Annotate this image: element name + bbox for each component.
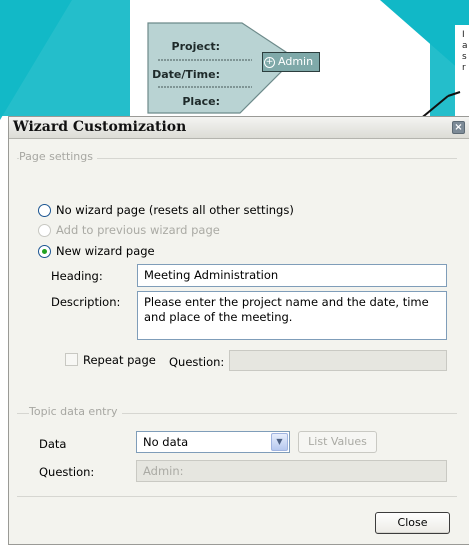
description-textarea[interactable]: Please enter the project name and the da… (137, 291, 447, 340)
radio-no-wizard-page-circle[interactable] (38, 203, 51, 217)
selected-topic-label: Admin (278, 55, 314, 68)
topic-question-input: Admin: (136, 460, 447, 482)
radio-add-to-previous: Add to previous wizard page (38, 223, 220, 237)
topic-entry-caption: Topic data entry (29, 405, 122, 418)
data-select[interactable]: No data ▼ (136, 431, 290, 453)
close-icon[interactable]: × (452, 121, 465, 134)
map-label-place: Place: (182, 95, 220, 108)
page-question-label: Question: (169, 355, 225, 369)
close-button[interactable]: Close (375, 512, 450, 534)
page-settings-caption: Page settings (19, 150, 97, 163)
wizard-customization-dialog: Wizard Customization × Page settings No … (8, 116, 469, 545)
right-edge-text: I a s r (462, 30, 468, 73)
data-select-value: No data (143, 435, 189, 449)
topic-question-label: Question: (39, 465, 95, 479)
description-label: Description: (51, 295, 121, 309)
dialog-titlebar[interactable]: Wizard Customization × (9, 117, 469, 139)
expand-plus-icon[interactable]: + (264, 57, 275, 68)
radio-new-wizard-page[interactable]: New wizard page (38, 244, 155, 258)
heading-input[interactable]: Meeting Administration (137, 264, 447, 287)
radio-no-wizard-page-label: No wizard page (resets all other setting… (56, 203, 294, 217)
radio-new-wizard-page-label: New wizard page (56, 244, 155, 258)
data-label: Data (39, 437, 67, 451)
heading-label: Heading: (51, 269, 103, 283)
radio-new-wizard-page-circle[interactable] (38, 244, 51, 258)
list-values-button: List Values (298, 431, 377, 453)
footer-divider (17, 496, 457, 497)
chevron-down-icon[interactable]: ▼ (271, 433, 288, 451)
dialog-title: Wizard Customization (13, 119, 187, 135)
repeat-page-label: Repeat page (83, 353, 156, 367)
radio-add-to-previous-label: Add to previous wizard page (56, 223, 220, 237)
page-question-input (229, 350, 447, 371)
repeat-page-checkbox (65, 353, 78, 366)
radio-add-to-previous-circle (38, 223, 51, 237)
map-label-datetime: Date/Time: (152, 68, 220, 81)
radio-no-wizard-page[interactable]: No wizard page (resets all other setting… (38, 203, 294, 217)
map-label-project: Project: (171, 40, 220, 53)
